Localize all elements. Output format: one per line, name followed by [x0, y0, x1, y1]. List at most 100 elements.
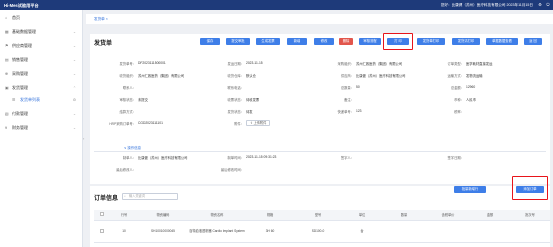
table-header: 单位	[342, 210, 382, 221]
field-label-order-type: 订单类型：	[447, 62, 464, 66]
sidebar-item-payment[interactable]: ▧ 付款管理 ⌄	[0, 109, 83, 119]
table-header-row: 行号 物资编码 物资名称 规格 型号 单位 数量 含税单价 金额 批次号	[94, 210, 550, 221]
table-header: 型号	[294, 210, 342, 221]
field-label-delivery-no: 发货单号：	[119, 62, 136, 66]
table-header: 金额	[470, 210, 510, 221]
add-button[interactable]: 新增	[287, 38, 307, 45]
add-order-highlight-box	[512, 176, 548, 200]
field-value-delivery-no[interactable]: DF2023111500001	[138, 61, 198, 65]
home-icon: ⌂	[5, 16, 8, 20]
table-cell: 10	[110, 220, 138, 243]
truck-icon: ▣	[5, 86, 9, 90]
save-button[interactable]: 保存	[200, 38, 220, 45]
sidebar-item-sales[interactable]: ▤ 销售管理 ⌄	[0, 55, 83, 65]
top-bar: Hi-Mes试验用平台 您好：比康健（苏州）医疗科技有限公司 2023年11月1…	[0, 0, 553, 10]
approval-flow-button[interactable]: 审核流程	[359, 38, 381, 45]
logout-icon[interactable]: ⏻	[545, 2, 551, 8]
table-header: 行号	[110, 210, 138, 221]
field-label-last-modifier: 最后修改人：	[116, 168, 136, 172]
chevron-down-icon: ⌄	[72, 112, 76, 116]
settings-icon[interactable]: ⚙	[537, 2, 543, 8]
field-label-last-modify-time: 最后修改时间：	[220, 168, 244, 172]
tab-bar: 发货单 ×	[86, 14, 553, 24]
chevron-up-icon: ⌃	[72, 86, 76, 90]
sidebar: ⌂ 首页 ▦ 基础数据管理 ⌄ ⚑ 供应商管理 ⌄ ▤ 销售管理 ⌄ ⊕ 采购管理 ⌄ ▣ 发货管理…	[0, 10, 83, 247]
table-cell: 3H 60	[246, 220, 294, 243]
table-header: 批次号	[510, 210, 550, 221]
table-cell[interactable]	[382, 220, 426, 243]
delivery-note-print-button[interactable]: 发货单打印	[417, 38, 445, 45]
field-label-tax-rate: 税率：	[454, 110, 464, 114]
table-header-select[interactable]	[94, 210, 110, 221]
field-value-transport[interactable]: 发物流运输	[466, 73, 536, 78]
field-label-settlement: 结算方式：	[119, 110, 136, 114]
table-cell[interactable]	[510, 220, 550, 243]
table-row[interactable]: 10 SH10010000045 百特血液透析器 Cardio Implant …	[94, 220, 550, 243]
sidebar-item-purchase[interactable]: ⊕ 采购管理 ⌄	[0, 69, 83, 79]
tab-delivery-note[interactable]: 发货单 ×	[94, 17, 108, 22]
field-label-audit-status: 审核状态：	[119, 98, 136, 102]
view-document-data-button[interactable]: 单据数据查看	[486, 38, 518, 45]
order-table: 行号 物资编码 物资名称 规格 型号 单位 数量 含税单价 金额 批次号 10 …	[94, 210, 550, 243]
order-info-title: 订单信息	[94, 196, 119, 202]
upload-attachment-button[interactable]: ⇧ 上传附件	[246, 120, 271, 126]
print-highlight-box	[383, 33, 413, 50]
field-label-total-amount: 总金额：	[450, 86, 464, 90]
field-label-phone: 联系电话：	[227, 86, 244, 90]
field-label-sign-date: 签字日期：	[447, 156, 464, 160]
table-cell: SD100-0	[294, 220, 342, 243]
field-label-invoice-status: 收票状态：	[227, 98, 244, 102]
field-label-creator: 制单人：	[122, 156, 136, 160]
field-label-supplier: 供应商：	[340, 74, 354, 78]
table-cell[interactable]	[426, 220, 470, 243]
delete-button[interactable]: 删除	[339, 38, 353, 45]
edit-button[interactable]: 修改	[314, 38, 334, 45]
batch-add-row-button[interactable]: 批量新增行	[454, 186, 486, 193]
field-value-ship-date[interactable]: 2023-11-15	[246, 61, 306, 65]
sidebar-item-supplier[interactable]: ⚑ 供应商管理 ⌄	[0, 41, 83, 51]
field-value-total-qty[interactable]: 50	[356, 85, 416, 89]
collapse-sidebar-icon[interactable]: ‹	[83, 136, 84, 141]
field-label-attachment: 附件：	[234, 122, 244, 126]
field-value-ship-status[interactable]: 待发	[246, 109, 306, 114]
sales-icon: ▤	[5, 58, 9, 62]
select-all-checkbox[interactable]	[100, 212, 104, 217]
table-header: 含税单价	[426, 210, 470, 221]
order-search-input[interactable]: ⌕ 输入关键词	[122, 193, 178, 200]
back-button[interactable]: 返 回	[524, 38, 542, 45]
table-header: 物资编码	[138, 210, 188, 221]
field-value-tracking-no[interactable]: 123	[356, 109, 416, 113]
delivery-list-print-button[interactable]: 发货清打印	[452, 38, 480, 45]
field-label-purchase-org: 采购组织：	[337, 62, 354, 66]
field-label-remark: 备注：	[344, 98, 354, 102]
field-label-currency: 币种：	[454, 98, 464, 102]
field-label-receive-org: 收货组织：	[119, 74, 136, 78]
field-label-ship-status: 发货状态：	[227, 110, 244, 114]
sidebar-item-delivery-list[interactable]: ☰ 发货单列表 ⚙	[0, 95, 83, 105]
field-value-order-type[interactable]: 医学耗材直接发运	[466, 61, 536, 66]
table-cell-select[interactable]	[94, 220, 110, 243]
grid-icon: ▦	[5, 30, 9, 34]
field-value-hrp-order[interactable]: CGD2023111101	[138, 121, 198, 125]
sidebar-item-delivery[interactable]: ▣ 发货管理 ⌃	[0, 83, 83, 93]
operation-info-toggle[interactable]: ∨ 操作信息	[124, 145, 141, 150]
sidebar-item-finance[interactable]: ¥ 财务管理 ⌄	[0, 123, 83, 133]
chevron-down-icon: ⌄	[72, 30, 76, 34]
generate-invoice-button[interactable]: 生成发票	[256, 38, 280, 45]
chevron-down-icon: ⌄	[72, 126, 76, 130]
field-value-total-amount[interactable]: 12960	[466, 85, 526, 89]
sidebar-item-home[interactable]: ⌂ 首页	[0, 13, 83, 23]
field-value-audit-status[interactable]: 未提交	[138, 97, 198, 102]
field-label-tracking-no: 快递单号：	[337, 110, 354, 114]
chevron-down-icon: ⌄	[72, 44, 76, 48]
field-value-warehouse[interactable]: 默认仓	[246, 73, 306, 78]
field-label-warehouse: 收货仓库：	[227, 74, 244, 78]
submit-approval-button[interactable]: 提交审批	[226, 38, 250, 45]
row-checkbox[interactable]	[100, 228, 104, 233]
field-value-invoice-status[interactable]: 待收发票	[246, 97, 306, 102]
sidebar-item-basic-data[interactable]: ▦ 基础数据管理 ⌄	[0, 27, 83, 37]
table-cell: 百特血液透析器 Cardio Implant System	[188, 220, 246, 243]
field-value-currency[interactable]: 人民币	[466, 97, 526, 102]
supplier-icon: ⚑	[5, 44, 9, 48]
field-label-signer: 签字人：	[340, 156, 354, 160]
